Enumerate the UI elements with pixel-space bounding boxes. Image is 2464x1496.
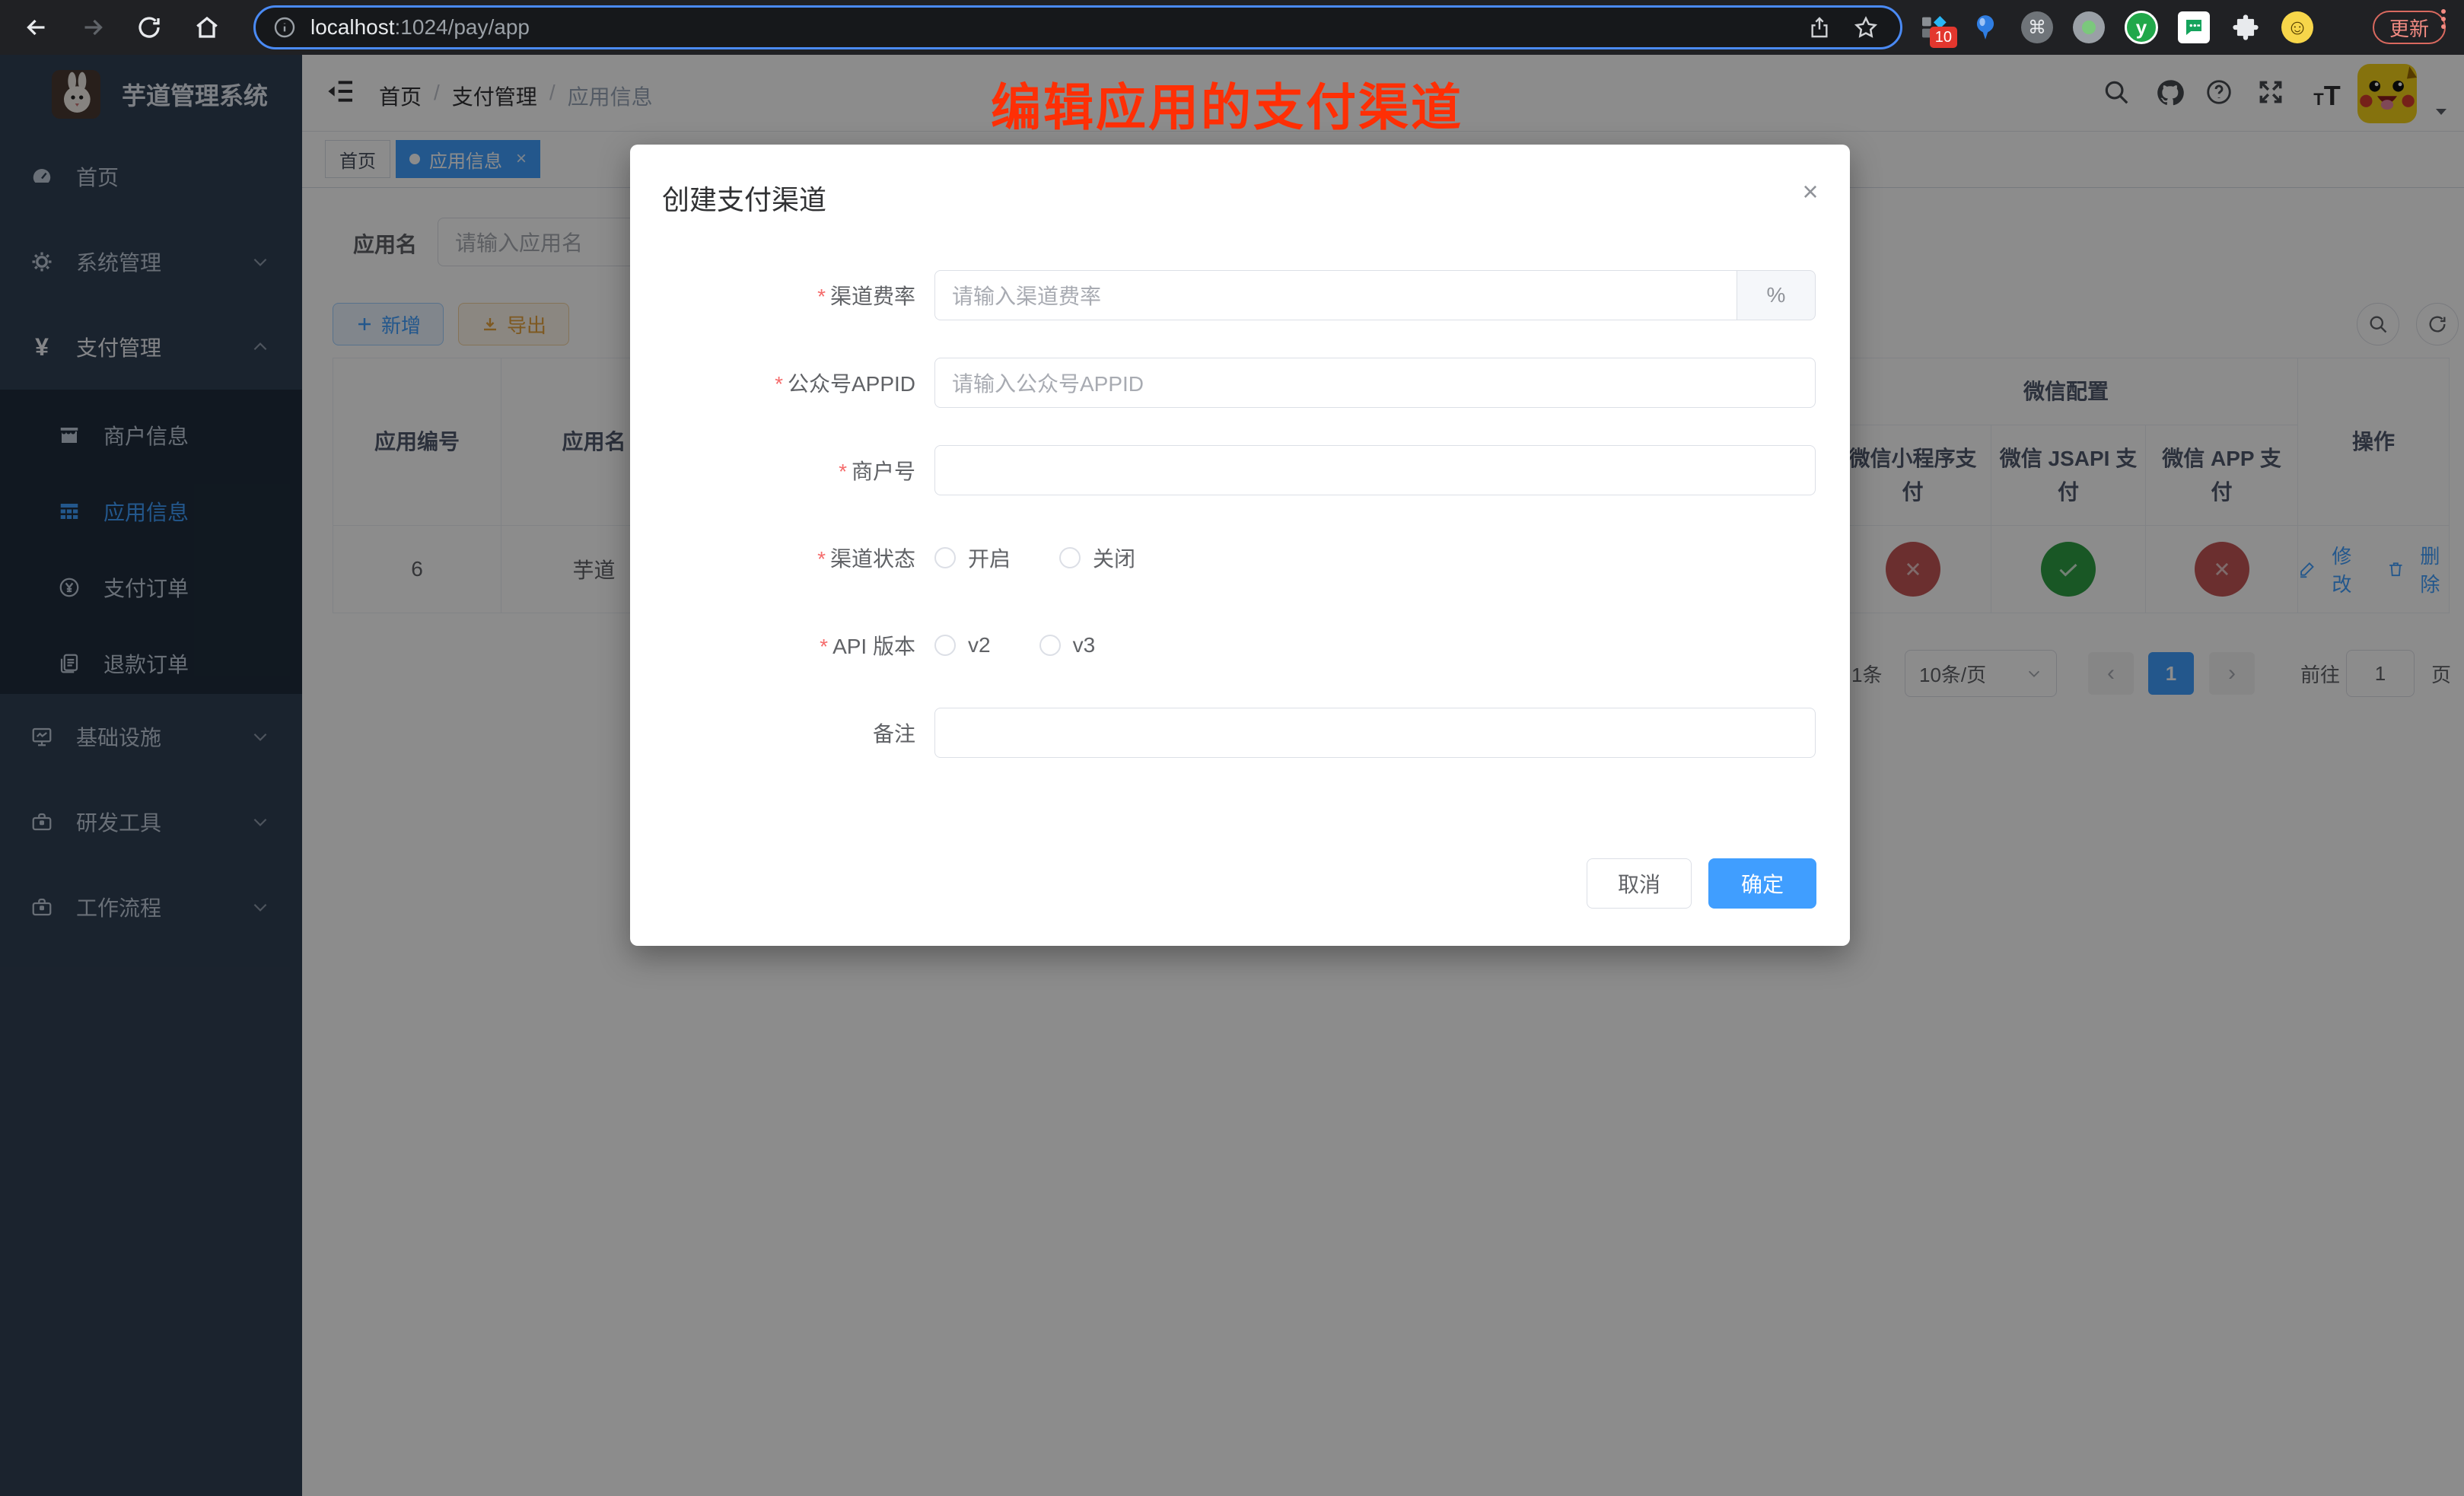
radio-label: v3 bbox=[1073, 633, 1096, 657]
confirm-button[interactable]: 确定 bbox=[1708, 858, 1816, 909]
appid-placeholder: 请输入公众号APPID bbox=[952, 368, 1144, 398]
annotation-text: 编辑应用的支付渠道 bbox=[991, 67, 1463, 140]
merchant-input[interactable] bbox=[934, 445, 1816, 495]
browser-forward-button[interactable] bbox=[76, 11, 110, 44]
bookmark-star-icon[interactable] bbox=[1853, 14, 1879, 40]
appid-label: *公众号APPID bbox=[661, 368, 915, 398]
radio-icon bbox=[934, 547, 956, 568]
browser-chrome: localhost:1024/pay/app 10 ⌘ y bbox=[0, 0, 2464, 55]
merchant-label: *商户号 bbox=[661, 455, 915, 485]
extension-badge: 10 bbox=[1930, 27, 1957, 48]
browser-menu-icon[interactable] bbox=[2441, 9, 2446, 29]
extension-green-dot-icon[interactable] bbox=[2073, 11, 2105, 43]
rate-placeholder: 请输入渠道费率 bbox=[952, 280, 1101, 310]
home-icon bbox=[193, 14, 221, 41]
browser-home-button[interactable] bbox=[190, 11, 224, 44]
reload-icon bbox=[135, 14, 163, 41]
extensions-bar: 10 ⌘ y ☺ bbox=[1918, 0, 2313, 55]
extension-emoji-icon[interactable]: ☺ bbox=[2281, 11, 2313, 43]
api-radio-v3[interactable]: v3 bbox=[1039, 633, 1096, 657]
radio-icon bbox=[1039, 635, 1061, 656]
field-row-api: *API 版本 v2 v3 bbox=[661, 620, 1816, 670]
appid-input[interactable]: 请输入公众号APPID bbox=[934, 358, 1816, 408]
dialog-title: 创建支付渠道 bbox=[662, 178, 826, 218]
extension-y-icon[interactable]: y bbox=[2125, 11, 2158, 44]
cancel-button[interactable]: 取消 bbox=[1587, 858, 1692, 909]
extension-puzzle-icon[interactable] bbox=[2230, 11, 2262, 43]
radio-label: 开启 bbox=[968, 543, 1011, 573]
browser-update-button[interactable]: 更新 bbox=[2373, 11, 2446, 44]
address-bar[interactable]: localhost:1024/pay/app bbox=[253, 5, 1902, 49]
browser-back-button[interactable] bbox=[20, 11, 53, 44]
site-info-icon[interactable] bbox=[272, 15, 297, 40]
rate-input[interactable]: 请输入渠道费率 bbox=[934, 270, 1737, 320]
field-row-remark: 备注 bbox=[661, 708, 1816, 758]
api-radio-v2[interactable]: v2 bbox=[934, 633, 991, 657]
back-icon bbox=[23, 14, 50, 41]
rate-label: *渠道费率 bbox=[661, 280, 915, 310]
radio-icon bbox=[934, 635, 956, 656]
remark-label: 备注 bbox=[661, 718, 915, 748]
extension-balloon-icon[interactable] bbox=[1969, 11, 2001, 43]
api-label: *API 版本 bbox=[661, 630, 915, 660]
field-row-appid: *公众号APPID 请输入公众号APPID bbox=[661, 358, 1816, 408]
forward-icon bbox=[79, 14, 107, 41]
radio-label: 关闭 bbox=[1093, 543, 1135, 573]
url-host: localhost bbox=[310, 15, 395, 40]
browser-reload-button[interactable] bbox=[132, 11, 166, 44]
status-radio-closed[interactable]: 关闭 bbox=[1059, 543, 1135, 573]
create-channel-dialog: 创建支付渠道 × *渠道费率 请输入渠道费率 % *公众号APPID 请输入公众… bbox=[630, 145, 1850, 946]
extension-command-icon[interactable]: ⌘ bbox=[2021, 11, 2053, 43]
share-icon[interactable] bbox=[1807, 15, 1832, 40]
update-label: 更新 bbox=[2389, 14, 2429, 42]
status-label: *渠道状态 bbox=[661, 543, 915, 573]
extension-chat-icon[interactable] bbox=[2178, 11, 2210, 43]
radio-icon bbox=[1059, 547, 1081, 568]
rate-suffix: % bbox=[1737, 270, 1816, 320]
field-row-rate: *渠道费率 请输入渠道费率 % bbox=[661, 270, 1816, 320]
extension-grid-icon[interactable]: 10 bbox=[1918, 11, 1950, 43]
radio-label: v2 bbox=[968, 633, 991, 657]
remark-input[interactable] bbox=[934, 708, 1816, 758]
status-radio-open[interactable]: 开启 bbox=[934, 543, 1011, 573]
field-row-status: *渠道状态 开启 关闭 bbox=[661, 533, 1816, 583]
close-icon[interactable]: × bbox=[1794, 175, 1827, 208]
field-row-merchant: *商户号 bbox=[661, 445, 1816, 495]
url-path: :1024/pay/app bbox=[395, 15, 530, 40]
